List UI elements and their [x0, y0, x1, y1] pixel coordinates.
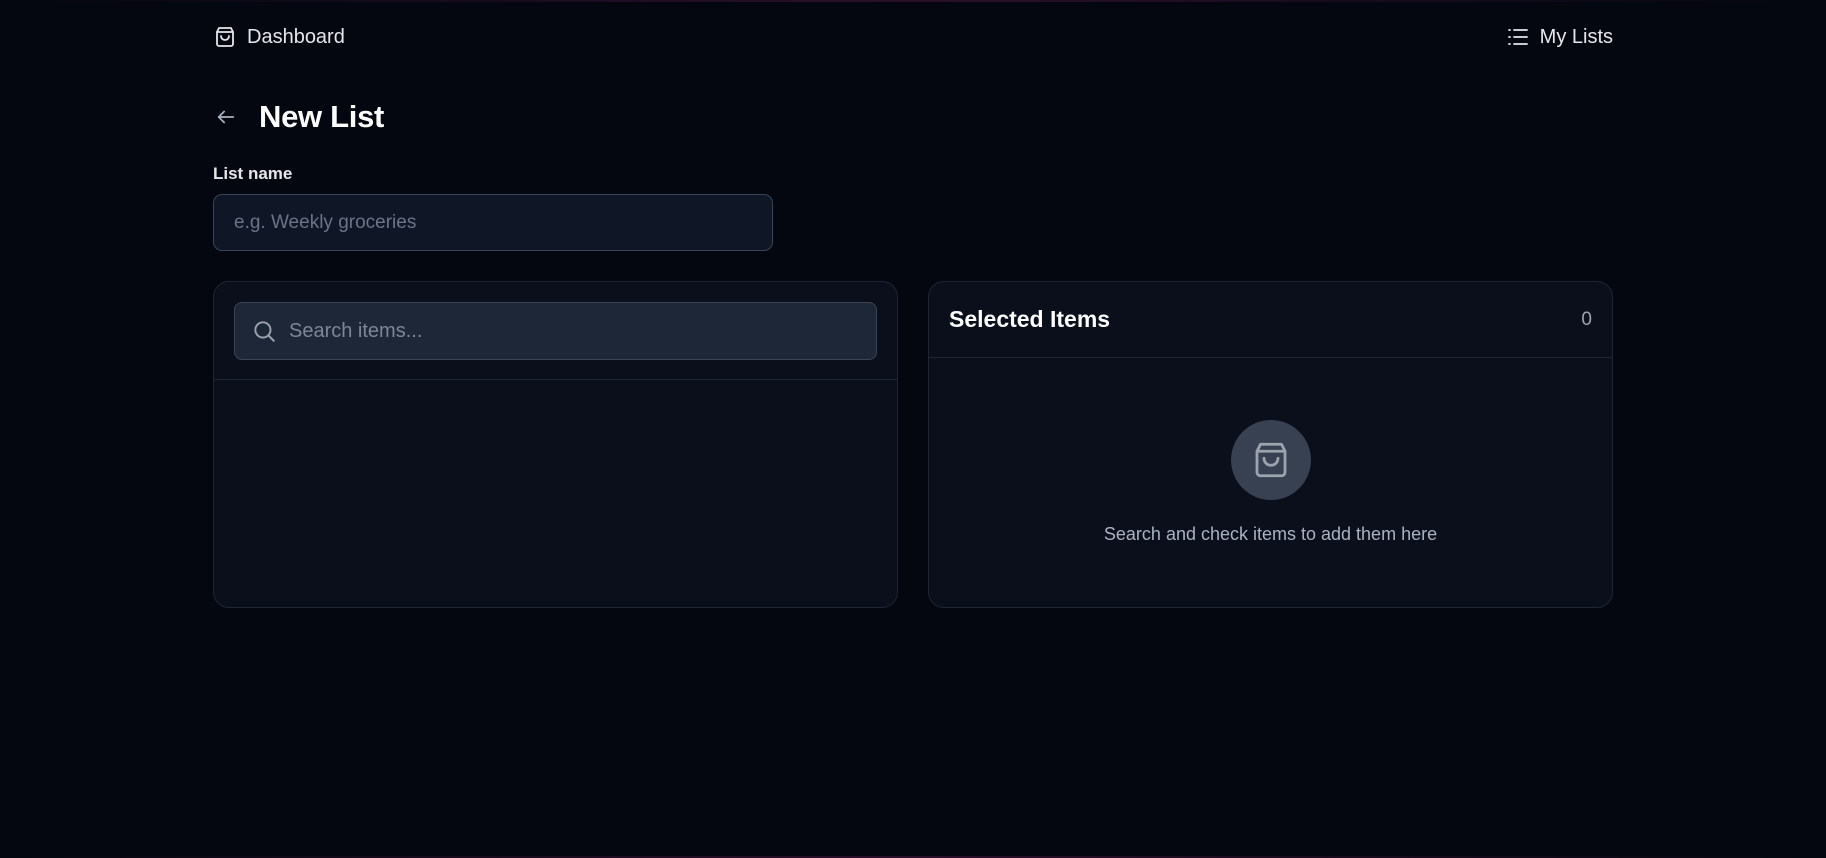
list-name-label: List name: [213, 164, 293, 183]
search-box[interactable]: [234, 302, 877, 360]
selected-items-count: 0: [1581, 308, 1592, 330]
item-search-panel: [213, 281, 898, 608]
panels: Selected Items 0 Search and check items …: [213, 281, 1613, 608]
list-name-input[interactable]: [213, 194, 773, 251]
empty-state-text: Search and check items to add them here: [1103, 524, 1438, 544]
my-lists-link[interactable]: My Lists: [1506, 25, 1613, 49]
dashboard-link[interactable]: Dashboard: [213, 25, 345, 49]
list-icon: [1507, 29, 1528, 45]
my-lists-label: My Lists: [1539, 25, 1613, 48]
search-section: [214, 282, 897, 380]
page-container: Dashboard My Lists New List List name e.…: [213, 0, 1613, 608]
navbar: Dashboard My Lists: [213, 0, 1613, 74]
empty-state: Search and check items to add them here: [929, 420, 1612, 545]
selected-items-panel: Selected Items 0 Search and check items …: [928, 281, 1613, 608]
page-title: New List: [259, 99, 385, 134]
title-row: New List: [213, 98, 1613, 136]
arrow-left-icon: [217, 110, 235, 124]
search-icon: [254, 321, 275, 342]
dashboard-label: Dashboard: [247, 25, 345, 48]
back-button[interactable]: [213, 104, 239, 130]
selected-items-title: Selected Items: [949, 306, 1111, 332]
shopping-bag-icon: [1255, 442, 1286, 478]
selected-items-header: Selected Items 0: [929, 282, 1612, 358]
shopping-bag-icon: [216, 27, 234, 47]
search-input[interactable]: [289, 319, 860, 343]
empty-state-icon-wrapper: [1230, 420, 1311, 500]
